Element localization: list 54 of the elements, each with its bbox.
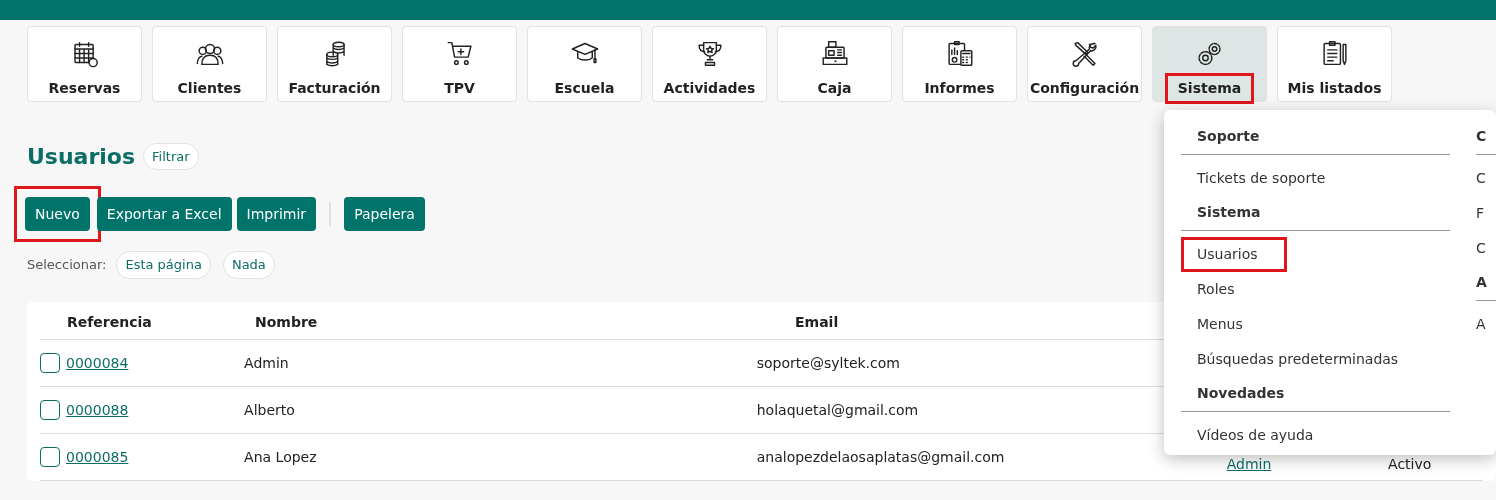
select-option-button[interactable]: Esta página bbox=[116, 251, 211, 279]
row-checkbox[interactable] bbox=[40, 353, 60, 373]
table-cell: Admin bbox=[244, 354, 289, 371]
menu-section-heading: Novedades bbox=[1197, 385, 1285, 401]
menu-item[interactable]: Roles bbox=[1197, 279, 1235, 300]
select-label: Seleccionar: bbox=[27, 256, 107, 274]
module-tab[interactable]: Actividades bbox=[652, 26, 767, 102]
menu-item[interactable]: F bbox=[1476, 203, 1485, 224]
page-title: Usuarios bbox=[27, 143, 136, 171]
row-checkbox[interactable] bbox=[40, 447, 60, 467]
action-button[interactable]: Exportar a Excel bbox=[96, 197, 232, 231]
module-tab[interactable]: Caja bbox=[777, 26, 892, 102]
filter-button[interactable]: Filtrar bbox=[143, 142, 199, 171]
module-tab[interactable]: Clientes bbox=[152, 26, 267, 102]
row-checkbox[interactable] bbox=[40, 400, 60, 420]
module-tab[interactable]: Informes bbox=[902, 26, 1017, 102]
menu-item[interactable]: Búsquedas predeterminadas bbox=[1197, 349, 1399, 370]
module-tab[interactable]: Reservas bbox=[27, 26, 142, 102]
select-option-button[interactable]: Nada bbox=[222, 251, 275, 279]
menu-item[interactable]: A bbox=[1476, 314, 1486, 335]
table-cell: Alberto bbox=[244, 401, 295, 418]
table-cell: Ana Lopez bbox=[244, 448, 317, 465]
role-link[interactable]: Admin bbox=[1226, 455, 1272, 472]
table-cell: holaquetal@gmail.com bbox=[756, 401, 919, 418]
reference-link[interactable]: 0000084 bbox=[66, 352, 129, 374]
menu-section-heading: C bbox=[1476, 128, 1487, 144]
table-cell: analopezdelaosaplatas@gmail.com bbox=[756, 448, 1005, 465]
menu-item[interactable]: Vídeos de ayuda bbox=[1197, 425, 1314, 446]
menu-item[interactable]: C bbox=[1476, 238, 1486, 259]
reference-link[interactable]: 0000085 bbox=[66, 446, 129, 468]
column-header: Referencia bbox=[67, 314, 152, 330]
action-button[interactable]: Papelera bbox=[344, 197, 425, 231]
menu-section-heading: A bbox=[1476, 274, 1487, 290]
column-header: Email bbox=[795, 314, 839, 330]
table-cell: soporte@syltek.com bbox=[756, 354, 900, 371]
menu-item[interactable]: Usuarios bbox=[1181, 237, 1287, 272]
module-tab[interactable]: Mis listados bbox=[1277, 26, 1392, 102]
menu-item[interactable]: Menus bbox=[1197, 314, 1243, 335]
menu-section-heading: Soporte bbox=[1197, 128, 1260, 144]
menu-item[interactable]: Tickets de soporte bbox=[1197, 168, 1326, 189]
module-tab[interactable]: TPV bbox=[402, 26, 517, 102]
menu-item[interactable]: C bbox=[1476, 168, 1486, 189]
menu-section-heading: Sistema bbox=[1197, 204, 1261, 220]
module-tab[interactable]: Escuela bbox=[527, 26, 642, 102]
module-tab[interactable]: Facturación bbox=[277, 26, 392, 102]
cash-register-icon bbox=[819, 39, 850, 68]
column-header: Nombre bbox=[255, 314, 318, 330]
status-text: Activo bbox=[1388, 455, 1432, 472]
action-button[interactable]: Imprimir bbox=[236, 197, 317, 231]
action-button[interactable]: Nuevo bbox=[25, 197, 90, 231]
reference-link[interactable]: 0000088 bbox=[66, 399, 129, 421]
module-tab[interactable]: Sistema bbox=[1152, 26, 1267, 102]
wrench-screwdriver-icon bbox=[1069, 39, 1100, 68]
module-tab[interactable]: Configuración bbox=[1027, 26, 1142, 102]
